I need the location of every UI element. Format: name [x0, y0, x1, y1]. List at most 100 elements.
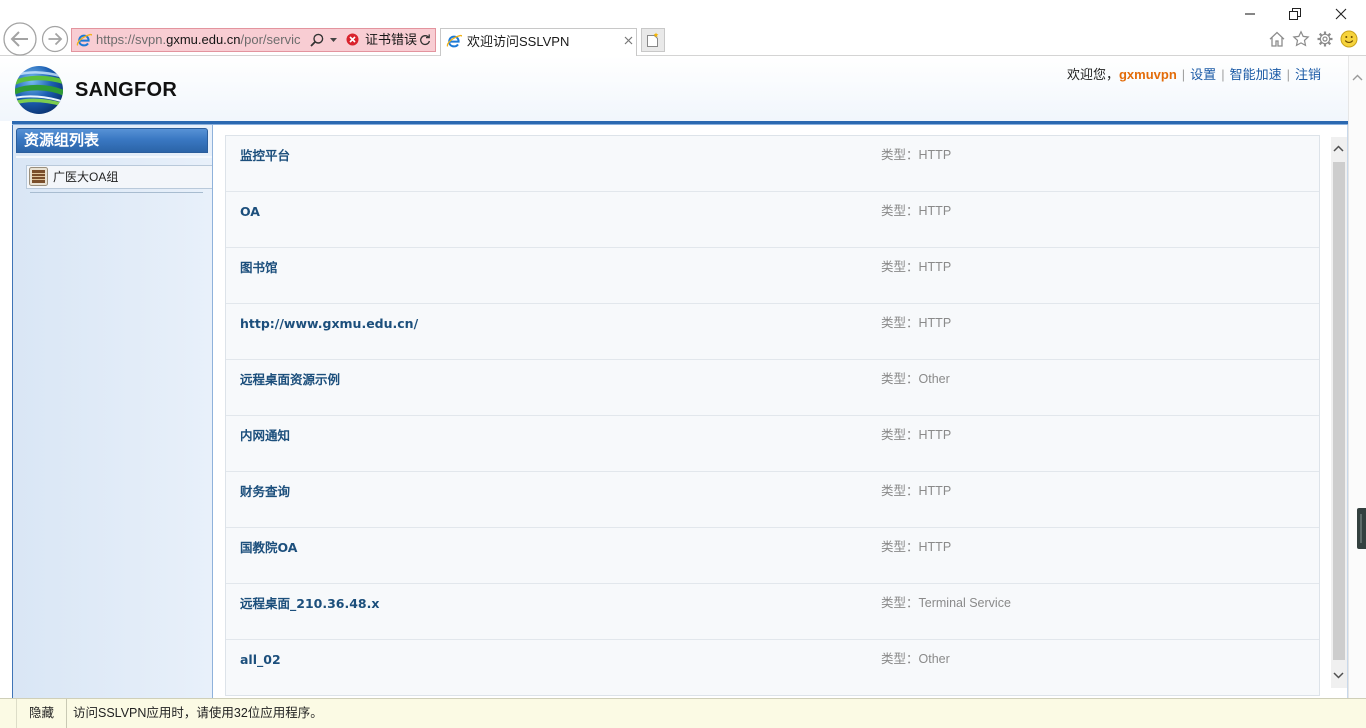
resource-type: 类型：HTTP — [881, 483, 951, 499]
ie-site-icon — [76, 32, 92, 48]
url-path: /por/servic — [240, 32, 301, 47]
type-prefix: 类型： — [881, 428, 919, 442]
resource-row: 图书馆 类型：HTTP — [226, 248, 1319, 304]
new-tab-button[interactable] — [641, 28, 665, 52]
sangfor-logo-text: SANGFOR — [75, 79, 178, 101]
resource-row: 远程桌面_210.36.48.x 类型：Terminal Service — [226, 584, 1319, 640]
separator: | — [1221, 67, 1225, 82]
tab-title: 欢迎访问SSLVPN — [467, 34, 570, 49]
back-arrow-icon — [3, 22, 37, 56]
scroll-up-icon[interactable] — [1333, 145, 1344, 152]
type-value: HTTP — [918, 204, 952, 218]
type-value: HTTP — [918, 148, 952, 162]
resource-row: 远程桌面资源示例 类型：Other — [226, 360, 1319, 416]
type-prefix: 类型： — [881, 260, 919, 274]
type-value: HTTP — [918, 260, 952, 274]
resource-link[interactable]: 国教院OA — [240, 540, 297, 556]
resource-row: 财务查询 类型：HTTP — [226, 472, 1319, 528]
dropdown-arrow-icon[interactable] — [330, 38, 337, 42]
side-panel-handle[interactable] — [1357, 508, 1366, 549]
type-prefix: 类型： — [881, 652, 919, 666]
page-header — [0, 56, 1348, 121]
search-icon[interactable] — [310, 33, 324, 47]
type-value: Other — [918, 652, 950, 666]
favorites-star-icon[interactable] — [1292, 30, 1310, 48]
separator: | — [1181, 67, 1186, 82]
resource-list: 监控平台 类型：HTTP OA 类型：HTTP 图书馆 类型：HTTP http… — [225, 135, 1320, 696]
resource-type: 类型：Terminal Service — [881, 595, 1011, 611]
resource-link[interactable]: OA — [240, 204, 260, 220]
address-url[interactable]: https://svpn.gxmu.edu.cn/por/servic — [96, 32, 308, 48]
smiley-feedback-icon[interactable] — [1340, 30, 1358, 48]
logout-link[interactable]: 注销 — [1295, 67, 1321, 83]
resource-type: 类型：HTTP — [881, 259, 951, 275]
type-value: HTTP — [918, 540, 952, 554]
type-prefix: 类型： — [881, 596, 919, 610]
resource-type: 类型：HTTP — [881, 539, 951, 555]
resource-link[interactable]: 图书馆 — [240, 260, 278, 276]
type-prefix: 类型： — [881, 484, 919, 498]
type-value: Other — [918, 372, 950, 386]
resource-type: 类型：HTTP — [881, 147, 951, 163]
resource-row: all_02 类型：Other — [226, 640, 1319, 695]
list-scrollbar-thumb[interactable] — [1333, 162, 1345, 660]
sidebar-item-resource-group[interactable]: 广医大OA组 — [26, 165, 212, 189]
certificate-error-icon[interactable] — [346, 33, 359, 46]
close-window-icon[interactable] — [1335, 8, 1347, 20]
resource-link[interactable]: 监控平台 — [240, 148, 290, 164]
restore-icon[interactable] — [1289, 8, 1301, 20]
resource-row: 监控平台 类型：HTTP — [226, 136, 1319, 192]
forward-arrow-icon — [41, 25, 69, 53]
resource-link[interactable]: all_02 — [240, 652, 281, 668]
notice-bar: 隐藏 访问SSLVPN应用时，请使用32位应用程序。 — [0, 698, 1366, 728]
resource-type: 类型：Other — [881, 371, 950, 387]
type-value: Terminal Service — [918, 596, 1011, 610]
certificate-error-label[interactable]: 证书错误 — [365, 32, 417, 48]
minimize-icon[interactable] — [1244, 8, 1256, 20]
resource-link[interactable]: 内网通知 — [240, 428, 290, 444]
url-domain: gxmu.edu.cn — [166, 32, 241, 47]
type-prefix: 类型： — [881, 204, 919, 218]
ie-tab-icon — [446, 33, 462, 49]
resource-link[interactable]: http://www.gxmu.edu.cn/ — [240, 316, 418, 332]
address-bar[interactable]: https://svpn.gxmu.edu.cn/por/servic 证书错误 — [71, 28, 436, 52]
scroll-down-icon[interactable] — [1333, 672, 1344, 679]
sangfor-logo-icon — [14, 65, 64, 115]
smart-acceleration-link[interactable]: 智能加速 — [1230, 67, 1282, 83]
sidebar-item-underline — [30, 192, 203, 193]
tab-close-icon[interactable] — [624, 36, 633, 45]
type-value: HTTP — [918, 316, 952, 330]
resource-link[interactable]: 远程桌面_210.36.48.x — [240, 596, 379, 612]
browser-chrome: https://svpn.gxmu.edu.cn/por/servic 证书错误… — [0, 0, 1366, 56]
page-scroll-up-icon[interactable] — [1352, 74, 1363, 81]
resource-type: 类型：HTTP — [881, 427, 951, 443]
resource-row: http://www.gxmu.edu.cn/ 类型：HTTP — [226, 304, 1319, 360]
type-prefix: 类型： — [881, 372, 919, 386]
page-scrollbar[interactable] — [1348, 56, 1366, 698]
type-prefix: 类型： — [881, 540, 919, 554]
notice-text: 访问SSLVPN应用时，请使用32位应用程序。 — [73, 706, 323, 720]
sidebar — [12, 125, 213, 698]
welcome-text: 欢迎您， — [1066, 67, 1119, 82]
resource-type: 类型：HTTP — [881, 203, 951, 219]
sidebar-item-label: 广医大OA组 — [53, 170, 119, 184]
type-prefix: 类型： — [881, 316, 919, 330]
home-icon[interactable] — [1268, 30, 1286, 48]
resource-link[interactable]: 远程桌面资源示例 — [240, 372, 340, 388]
username: gxmuvpn — [1118, 67, 1177, 82]
gear-icon[interactable] — [1316, 30, 1334, 48]
browser-tab[interactable]: 欢迎访问SSLVPN — [440, 28, 637, 56]
refresh-icon[interactable] — [419, 34, 431, 46]
forward-button[interactable] — [41, 25, 69, 53]
user-bar: 欢迎您， gxmuvpn | 设置 | 智能加速 | 注销 — [1067, 67, 1321, 83]
url-prefix: https://svpn. — [96, 32, 167, 47]
type-prefix: 类型： — [881, 148, 919, 162]
back-button[interactable] — [2, 21, 38, 57]
sidebar-title: 资源组列表 — [16, 128, 208, 153]
hide-button[interactable]: 隐藏 — [16, 699, 67, 728]
resource-type: 类型：Other — [881, 651, 950, 667]
resource-row: 国教院OA 类型：HTTP — [226, 528, 1319, 584]
settings-link[interactable]: 设置 — [1190, 67, 1216, 83]
resource-link[interactable]: 财务查询 — [240, 484, 290, 500]
resource-type: 类型：HTTP — [881, 315, 951, 331]
